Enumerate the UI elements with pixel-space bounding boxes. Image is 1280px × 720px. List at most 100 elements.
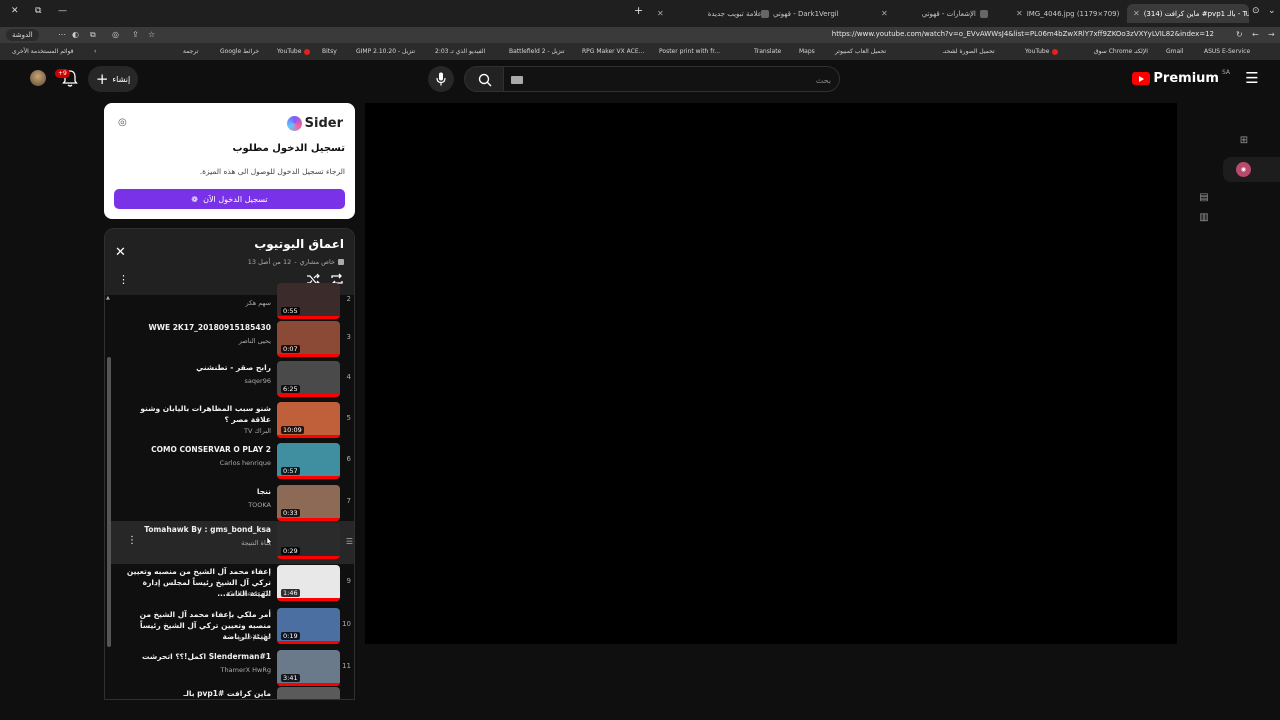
playlist-row[interactable]: 6 0:57 COMO CONSERVAR O PLAY 2 Carlos henri…: [111, 441, 354, 484]
bookmark-item[interactable]: ترجمة: [183, 48, 198, 55]
channel-name[interactable]: يحيى الناصر: [239, 337, 271, 345]
video-title[interactable]: Slenderman#1 اكمل!؟؟ اتحرشت: [121, 651, 271, 662]
video-title[interactable]: Tomahawk By : gms_bond_ksa: [121, 524, 271, 535]
video-thumbnail[interactable]: 6:25: [277, 361, 340, 397]
video-thumbnail[interactable]: 0:07: [277, 321, 340, 357]
video-thumbnail[interactable]: 0:57: [277, 443, 340, 479]
close-tab-icon[interactable]: ✕: [657, 9, 664, 18]
avatar[interactable]: [30, 70, 46, 86]
minimize-window-icon[interactable]: —: [58, 6, 67, 16]
extensions-icon[interactable]: ⧉: [90, 30, 96, 40]
channel-name[interactable]: Carlos henrique: [220, 459, 271, 467]
more-vert-icon[interactable]: ⋮: [127, 535, 137, 546]
sider-sidebar-tab[interactable]: [1223, 157, 1280, 182]
video-title[interactable]: COMO CONSERVAR O PLAY 2: [121, 444, 271, 455]
playlist-row[interactable]: 10 0:19 أمر ملكي بإعفاء محمد آل الشيخ من م…: [111, 606, 354, 649]
notes-icon[interactable]: ▤: [1198, 192, 1210, 204]
apps-grid-icon[interactable]: ⊞: [1238, 135, 1250, 147]
channel-name[interactable]: TOOKA: [248, 501, 271, 509]
browser-tab[interactable]: ✕ الإشعارات - قهوتي: [875, 4, 1000, 23]
bookmark-item[interactable]: Bitsy: [322, 48, 337, 55]
bookmark-item[interactable]: RPG Maker VX ACE...: [582, 48, 644, 55]
playlist-row[interactable]: 3 0:07 WWE 2K17_20180915185430 يحيى الناصر: [111, 319, 354, 362]
hamburger-menu-icon[interactable]: ☰: [1244, 70, 1260, 86]
bookmark-item[interactable]: Battlefield 2 - تنزيل: [509, 48, 565, 55]
forward-icon[interactable]: →: [1268, 30, 1275, 39]
channel-name[interactable]: سهم هكر: [246, 299, 271, 307]
profile-icon[interactable]: ◐: [72, 30, 79, 39]
bookmark-item[interactable]: Gmail: [1166, 48, 1184, 55]
bookmark-item[interactable]: سوق Chrome الإلكتـ: [1094, 48, 1148, 55]
video-thumbnail[interactable]: 10:09: [277, 402, 340, 438]
browser-tab[interactable]: قهوتي - Dark1Vergil: [755, 4, 875, 23]
close-tab-icon[interactable]: ✕: [1016, 9, 1023, 18]
video-title[interactable]: ماين كرافت #pvp1 بالـ: [121, 688, 271, 699]
video-thumbnail[interactable]: 1:46: [277, 565, 340, 601]
voice-search-button[interactable]: [428, 66, 454, 92]
close-window-icon[interactable]: ✕: [11, 6, 19, 16]
bookmark-item[interactable]: Poster print with fr...: [659, 48, 720, 55]
more-icon[interactable]: ⋯: [58, 30, 66, 39]
channel-name[interactable]: saqer96: [245, 377, 271, 385]
close-icon[interactable]: ✕: [115, 245, 126, 260]
restore-window-icon[interactable]: ⧉: [35, 6, 41, 16]
bookmark-item[interactable]: Maps: [799, 48, 815, 55]
bookmark-item[interactable]: 2:03 الفيديو الذي تـ: [435, 48, 485, 55]
reload-icon[interactable]: ↻: [1236, 30, 1243, 39]
tab-search-icon[interactable]: ⊙: [1252, 6, 1260, 16]
chevron-down-icon[interactable]: ⌄: [1268, 6, 1276, 16]
url-field[interactable]: https://www.youtube.com/watch?v=o_EVvAWW…: [832, 30, 1214, 38]
close-tab-icon[interactable]: ✕: [881, 9, 888, 18]
browser-tab[interactable]: ✕ علامة تبويب جديدة: [651, 4, 771, 23]
video-thumbnail[interactable]: [277, 687, 340, 699]
new-tab-icon[interactable]: +: [634, 4, 643, 17]
bookmark-star-icon[interactable]: ☆: [148, 30, 155, 39]
drag-handle-icon[interactable]: ☰: [346, 537, 353, 546]
close-tab-icon[interactable]: ✕: [1133, 9, 1140, 18]
browser-tab[interactable]: ✕ IMG_4046.jpg (1179×709): [1010, 4, 1120, 23]
channel-name[interactable]: ThamerX HwRg: [221, 666, 271, 674]
bookmark-item[interactable]: Google خرائط: [220, 48, 259, 55]
settings-icon[interactable]: ◎: [118, 117, 127, 128]
playlist-row[interactable]: ماين كرافت #pvp1 بالـ: [111, 685, 354, 699]
playlist-row[interactable]: 2 0:55 سهم هكر: [111, 281, 354, 324]
video-title[interactable]: شنو سبب المظاهرات باليابان وشنو علاقة مص…: [121, 403, 271, 425]
playlist-row[interactable]: 5 10:09 شنو سبب المظاهرات باليابان وشنو عل…: [111, 400, 354, 443]
channel-name[interactable]: قناة الإخبارية: [237, 633, 271, 641]
search-button[interactable]: [464, 66, 504, 92]
chevron-left-icon[interactable]: ‹: [94, 48, 96, 55]
book-icon[interactable]: ▥: [1198, 212, 1210, 224]
keyboard-icon[interactable]: [511, 76, 523, 84]
video-thumbnail[interactable]: 0:19: [277, 608, 340, 644]
video-thumbnail[interactable]: 0:29: [277, 523, 340, 559]
sider-assistant-icon[interactable]: ◉: [1236, 162, 1251, 177]
youtube-premium-logo[interactable]: Premium SA: [1132, 69, 1230, 86]
playlist-title[interactable]: اعماق اليوتيوب: [254, 237, 344, 251]
back-icon[interactable]: ←: [1252, 30, 1259, 39]
channel-name[interactable]: Gulf news TV: [228, 590, 271, 598]
bookmark-item[interactable]: تحميل العاب كمبيوتر: [835, 48, 886, 55]
sider-login-button[interactable]: تسجيل الدخول الآن ❁: [114, 189, 345, 209]
search-input[interactable]: [531, 71, 831, 89]
playlist-row[interactable]: 9 1:46 إعفاء محمد آل الشيخ من منصبه وتعيين…: [111, 563, 354, 606]
bookmark-item[interactable]: YouTube: [1025, 48, 1059, 55]
video-thumbnail[interactable]: 0:33: [277, 485, 340, 521]
sider-extension-icon[interactable]: ◎: [112, 30, 119, 39]
playlist-row-current[interactable]: ⋮ ☰ 0:29 Tomahawk By : gms_bond_ksa قناة الن…: [111, 521, 354, 564]
bookmark-item[interactable]: تحميل الصورة لشحنـ: [943, 48, 995, 55]
video-thumbnail[interactable]: 3:41: [277, 650, 340, 686]
bookmark-item[interactable]: GIMP 2.10.20 - تنزيل: [356, 48, 415, 55]
playlist-row[interactable]: 4 6:25 رابح صقر - تطنشني saqer96: [111, 359, 354, 402]
browser-tab-active[interactable]: ✕ (314) ماين كرافت #pvp1 بالـ - Tube: [1127, 4, 1249, 23]
video-player[interactable]: [365, 103, 1177, 644]
create-button[interactable]: + إنشاء: [88, 66, 138, 92]
profile-chip[interactable]: الدوشة: [6, 29, 39, 41]
video-title[interactable]: رابح صقر - تطنشني: [121, 362, 271, 373]
bookmark-item[interactable]: YouTube: [277, 48, 311, 55]
bookmark-item[interactable]: ASUS E-Service: [1204, 48, 1250, 55]
channel-name[interactable]: البراك TV: [244, 427, 271, 435]
video-thumbnail[interactable]: 0:55: [277, 283, 340, 319]
share-icon[interactable]: ⇪: [132, 30, 139, 39]
bookmark-item[interactable]: Translate: [754, 48, 781, 55]
playlist-row[interactable]: 7 0:33 ننجا TOOKA: [111, 483, 354, 526]
